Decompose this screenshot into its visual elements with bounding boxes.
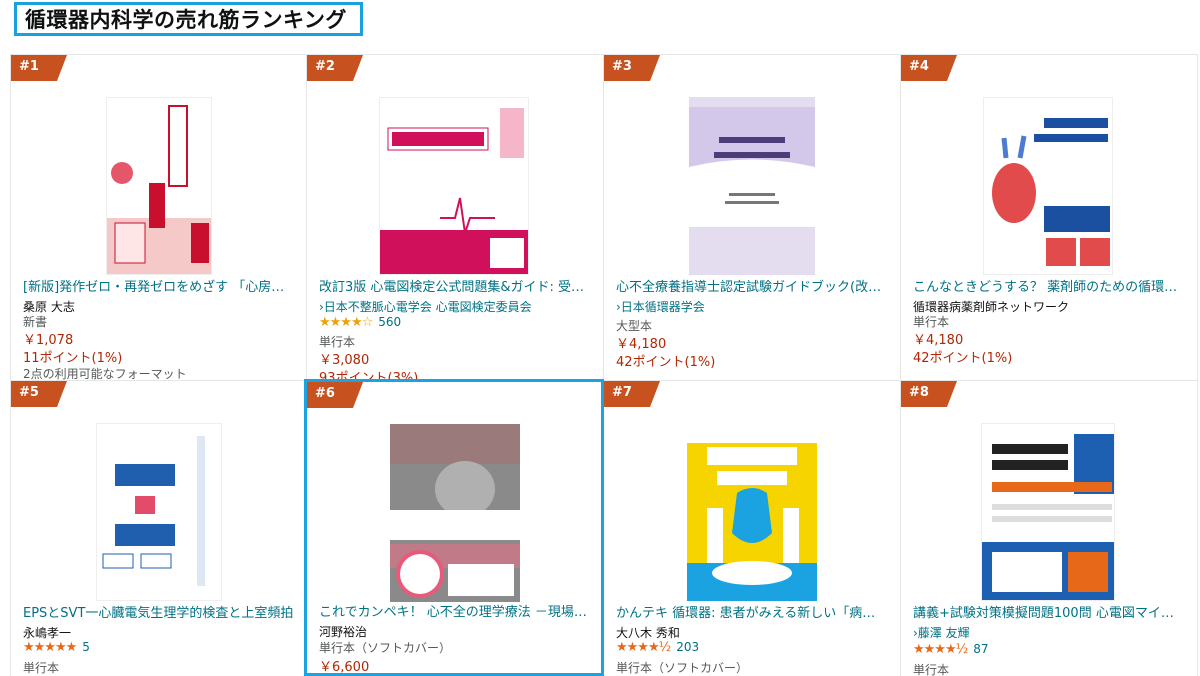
ranking-card[interactable]: #1 [新版]発作ゼロ・再発ゼロをめざす 「心房… 桑原 大志 新書 ￥1,07… (10, 54, 307, 381)
book-cover-art (390, 424, 520, 602)
book-format: 単行本（ソフトカバー） (616, 661, 749, 675)
book-format: 新書 (23, 315, 48, 329)
star-rating[interactable]: ★★★★☆ 560 (319, 315, 401, 330)
author-name: 循環器病薬剤師ネットワーク (913, 300, 1070, 314)
book-format: 単行本 (913, 663, 950, 676)
points-text: 42ポイント(1%) (616, 355, 716, 370)
stars-icon: ★★★★½ (616, 640, 671, 655)
book-cover-art (689, 97, 815, 275)
book-format: 大型本 (616, 319, 653, 333)
rank-badge: #5 (11, 381, 67, 407)
stars-icon: ★★★★★ (23, 640, 77, 655)
stars-icon: ★★★★☆ (319, 315, 373, 330)
review-count[interactable]: 203 (676, 640, 699, 654)
star-rating[interactable]: ★★★★½ 203 (616, 640, 699, 655)
ranking-card[interactable]: #7 かんテキ 循環器: 患者がみえる新しい「病気… 大八木 秀和 ★★★★½ 2… (604, 381, 901, 676)
book-cover-art (380, 98, 528, 274)
book-cover-image[interactable] (379, 97, 529, 275)
author-link[interactable]: ›日本循環器学会 (616, 298, 888, 315)
product-title-link[interactable]: 講義+試験対策模擬問題100問 心電図マイ… (913, 605, 1185, 623)
author-name: 河野裕治 (319, 625, 368, 639)
author-name: 永嶋孝一 (23, 626, 72, 640)
ranking-grid: #1 [新版]発作ゼロ・再発ゼロをめざす 「心房… 桑原 大志 新書 ￥1,07… (10, 54, 1198, 676)
book-cover-art (984, 98, 1112, 274)
product-title-link[interactable]: EPSとSVT一心臓電気生理学的検査と上室頻拍 (23, 605, 295, 623)
product-price: ￥4,180 (913, 333, 964, 348)
product-title-link[interactable]: 心不全療養指導士認定試験ガイドブック(改… (616, 279, 888, 297)
book-cover-art (107, 98, 211, 274)
rank-badge: #8 (901, 381, 957, 407)
book-format: 単行本（ソフトカバー） (319, 641, 452, 655)
book-cover-image[interactable] (96, 423, 222, 601)
product-title-link[interactable]: こんなときどうする？ 薬剤師のための循環… (913, 279, 1185, 297)
rank-badge: #2 (307, 55, 363, 81)
book-cover-image[interactable] (687, 423, 817, 601)
rank-badge: #4 (901, 55, 957, 81)
ranking-card-selected[interactable]: #6 これでカンペキ！ 心不全の理学療法 －現場… 河野裕治 単行本（ソフトカバ… (304, 379, 604, 676)
review-count[interactable]: 560 (378, 315, 401, 329)
book-cover-image[interactable] (689, 97, 815, 275)
book-cover-image[interactable] (106, 97, 212, 275)
product-price: ￥1,078 (23, 333, 74, 348)
book-cover-image[interactable] (390, 424, 520, 602)
rank-badge: #3 (604, 55, 660, 81)
ranking-card[interactable]: #8 講義+試験対策模擬問題100問 心電図マイ… ›藤澤 友輝 ★★★★½ 87… (901, 381, 1198, 676)
author-link[interactable]: ›藤澤 友輝 (913, 624, 1185, 641)
ranking-card[interactable]: #2 改訂3版 心電図検定公式問題集&ガイド: 受… ›日本不整脈心電学会 心電… (307, 54, 604, 381)
review-count[interactable]: 87 (973, 642, 988, 656)
product-price: ￥4,180 (616, 337, 667, 352)
author-name: 大八木 秀和 (616, 626, 680, 640)
points-text: 11ポイント(1%) (23, 351, 123, 366)
page-title: 循環器内科学の売れ筋ランキング (14, 2, 363, 36)
star-rating[interactable]: ★★★★★ 5 (23, 640, 90, 655)
review-count[interactable]: 5 (82, 640, 90, 654)
product-title-link[interactable]: かんテキ 循環器: 患者がみえる新しい「病気… (616, 605, 888, 623)
product-title-link[interactable]: [新版]発作ゼロ・再発ゼロをめざす 「心房… (23, 279, 295, 297)
product-title-link[interactable]: 改訂3版 心電図検定公式問題集&ガイド: 受… (319, 279, 591, 297)
book-format: 単行本 (913, 315, 950, 329)
product-title-link[interactable]: これでカンペキ！ 心不全の理学療法 －現場… (319, 604, 591, 622)
ranking-card[interactable]: #4 こんなときどうする？ 薬剤師のための循環… 循環器病薬剤師ネットワーク 単… (901, 54, 1198, 381)
book-cover-art (687, 423, 817, 601)
product-price: ￥6,600 (319, 660, 370, 675)
book-cover-art (982, 424, 1114, 600)
rank-badge: #1 (11, 55, 67, 81)
star-rating[interactable]: ★★★★½ 87 (913, 642, 989, 657)
format-options-link[interactable]: 2点の利用可能なフォーマット (23, 365, 187, 380)
rank-badge: #6 (307, 382, 363, 408)
book-cover-image[interactable] (981, 423, 1115, 601)
points-text: 42ポイント(1%) (913, 351, 1013, 366)
rank-badge: #7 (604, 381, 660, 407)
book-format: 単行本 (23, 661, 60, 675)
ranking-card[interactable]: #5 EPSとSVT一心臓電気生理学的検査と上室頻拍 永嶋孝一 ★★★★★ 5 単… (10, 381, 307, 676)
author-name: 桑原 大志 (23, 300, 75, 314)
stars-icon: ★★★★½ (913, 642, 968, 657)
book-cover-art (97, 424, 221, 600)
author-link[interactable]: ›日本不整脈心電学会 心電図検定委員会 (319, 298, 591, 315)
ranking-card[interactable]: #3 心不全療養指導士認定試験ガイドブック(改… ›日本循環器学会 大型本 ￥4… (604, 54, 901, 381)
book-format: 単行本 (319, 335, 356, 349)
book-cover-image[interactable] (983, 97, 1113, 275)
product-price: ￥3,080 (319, 353, 370, 368)
